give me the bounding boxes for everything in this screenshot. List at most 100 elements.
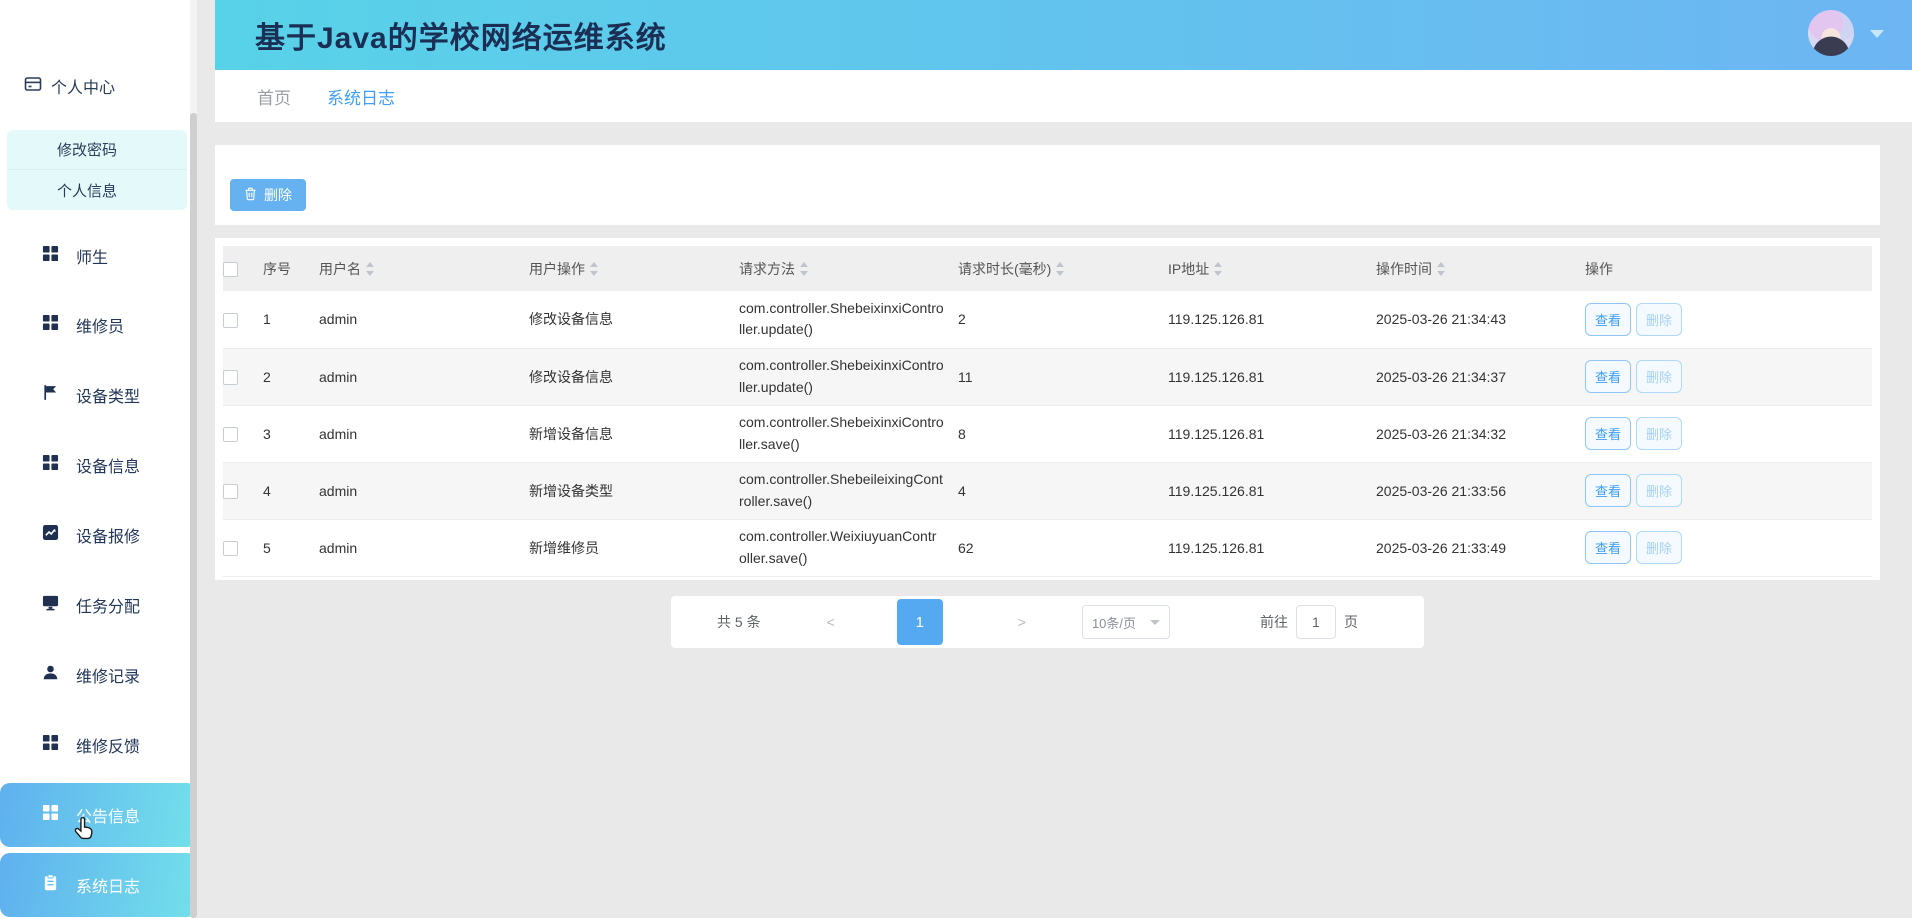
monitor-icon: [42, 594, 59, 616]
cell-username: admin: [319, 348, 529, 405]
breadcrumb-tabbar: 首页 系统日志: [215, 70, 1912, 122]
tab-system-log[interactable]: 系统日志: [327, 84, 395, 109]
cell-ip: 119.125.126.81: [1168, 291, 1376, 348]
select-all-checkbox[interactable]: [223, 262, 238, 277]
column-header-time[interactable]: 操作时间: [1376, 246, 1585, 291]
sort-icon[interactable]: [365, 262, 375, 279]
goto-unit: 页: [1344, 612, 1358, 632]
user-avatar[interactable]: [1808, 10, 1854, 56]
cell-index: 1: [263, 291, 319, 348]
column-header-duration[interactable]: 请求时长(毫秒): [958, 246, 1168, 291]
row-checkbox[interactable]: [223, 484, 238, 499]
page-title: 基于Java的学校网络运维系统: [255, 13, 667, 57]
sidebar: 个人中心 修改密码 个人信息 师生 维修员 设备类型 设备信息 设备报修 任务分…: [0, 0, 197, 918]
cell-ip: 119.125.126.81: [1168, 462, 1376, 519]
sort-icon[interactable]: [589, 262, 599, 279]
cell-duration: 4: [958, 462, 1168, 519]
grid-icon: [42, 245, 59, 267]
cell-time: 2025-03-26 21:34:37: [1376, 348, 1585, 405]
grid-icon: [42, 314, 59, 336]
sidebar-item-task-assignment[interactable]: 任务分配: [0, 573, 197, 637]
delete-button[interactable]: 删除: [1636, 417, 1682, 450]
table-row: 4 admin 新增设备类型 com.controller.Shebeileix…: [223, 462, 1872, 519]
app-header: 基于Java的学校网络运维系统: [215, 0, 1912, 70]
cell-username: admin: [319, 462, 529, 519]
sidebar-item-teachers-students[interactable]: 师生: [0, 224, 197, 288]
sidebar-item-repairmen[interactable]: 维修员: [0, 293, 197, 357]
sidebar-item-personal-info[interactable]: 个人信息: [7, 170, 187, 210]
pagination-total: 共 5 条: [717, 612, 761, 632]
sidebar-item-device-repair[interactable]: 设备报修: [0, 503, 197, 567]
sidebar-item-repair-feedback[interactable]: 维修反馈: [0, 713, 197, 777]
delete-button[interactable]: 删除: [1636, 360, 1682, 393]
trash-icon: [244, 187, 257, 204]
cell-method: com.controller.ShebeixinxiController.upd…: [739, 348, 958, 405]
view-button[interactable]: 查看: [1585, 531, 1631, 564]
view-button[interactable]: 查看: [1585, 417, 1631, 450]
sort-icon[interactable]: [1436, 262, 1446, 279]
cell-method: com.controller.ShebeileixingController.s…: [739, 462, 958, 519]
sort-icon[interactable]: [1213, 262, 1223, 279]
view-button[interactable]: 查看: [1585, 303, 1631, 336]
row-checkbox[interactable]: [223, 313, 238, 328]
table-row: 3 admin 新增设备信息 com.controller.Shebeixinx…: [223, 405, 1872, 462]
sidebar-item-device-info[interactable]: 设备信息: [0, 433, 197, 497]
grid-icon: [42, 804, 59, 826]
column-header-method[interactable]: 请求方法: [739, 246, 958, 291]
row-checkbox[interactable]: [223, 541, 238, 556]
sidebar-item-device-types[interactable]: 设备类型: [0, 363, 197, 427]
page-size-value: 10条/页: [1092, 613, 1136, 632]
row-checkbox[interactable]: [223, 427, 238, 442]
column-header-index: 序号: [263, 246, 319, 291]
pagination-next-button[interactable]: >: [1018, 614, 1026, 630]
cell-ip: 119.125.126.81: [1168, 348, 1376, 405]
table-row: 1 admin 修改设备信息 com.controller.Shebeixinx…: [223, 291, 1872, 348]
pagination-bar: 共 5 条 < 1 > 10条/页 前往 页: [671, 596, 1424, 648]
system-log-table-card: 序号 用户名 用户操作 请求方法 请求时长(毫秒) IP地址 操作时间 操作 1…: [215, 238, 1880, 580]
cell-operation: 新增设备信息: [529, 405, 739, 462]
cell-index: 2: [263, 348, 319, 405]
sidebar-scrollbar-thumb[interactable]: [190, 113, 197, 918]
cell-index: 3: [263, 405, 319, 462]
chevron-down-icon[interactable]: [1870, 30, 1884, 38]
table-row: 2 admin 修改设备信息 com.controller.Shebeixinx…: [223, 348, 1872, 405]
cell-time: 2025-03-26 21:33:49: [1376, 519, 1585, 576]
column-header-username[interactable]: 用户名: [319, 246, 529, 291]
cell-time: 2025-03-26 21:34:43: [1376, 291, 1585, 348]
sidebar-item-change-password[interactable]: 修改密码: [7, 130, 187, 170]
pagination-page-1-button[interactable]: 1: [897, 599, 943, 645]
column-header-operation[interactable]: 用户操作: [529, 246, 739, 291]
table-row: 5 admin 新增维修员 com.controller.WeixiuyuanC…: [223, 519, 1872, 576]
nav-label: 设备信息: [76, 453, 140, 477]
person-icon: [42, 664, 59, 686]
row-checkbox[interactable]: [223, 370, 238, 385]
sidebar-item-system-log[interactable]: 系统日志: [0, 853, 197, 917]
nav-label: 任务分配: [76, 593, 140, 617]
cell-username: admin: [319, 291, 529, 348]
goto-page-input[interactable]: [1296, 605, 1336, 639]
delete-button[interactable]: 删除: [1636, 303, 1682, 336]
grid-icon: [42, 734, 59, 756]
goto-label: 前往: [1260, 612, 1288, 632]
tab-home[interactable]: 首页: [257, 84, 291, 109]
cell-username: admin: [319, 519, 529, 576]
sort-icon[interactable]: [1055, 262, 1065, 279]
column-header-actions: 操作: [1585, 246, 1872, 291]
view-button[interactable]: 查看: [1585, 360, 1631, 393]
cell-method: com.controller.ShebeixinxiController.upd…: [739, 291, 958, 348]
sidebar-item-announcements[interactable]: 公告信息: [0, 783, 197, 847]
delete-button[interactable]: 删除: [1636, 531, 1682, 564]
column-header-ip[interactable]: IP地址: [1168, 246, 1376, 291]
pagination-prev-button[interactable]: <: [827, 614, 835, 630]
page-size-select[interactable]: 10条/页: [1082, 605, 1170, 639]
trend-chart-icon: [42, 524, 59, 546]
view-button[interactable]: 查看: [1585, 474, 1631, 507]
cell-index: 4: [263, 462, 319, 519]
nav-label: 设备类型: [76, 383, 140, 407]
sort-icon[interactable]: [799, 262, 809, 279]
bulk-delete-button[interactable]: 删除: [230, 179, 306, 211]
grid-icon: [42, 454, 59, 476]
sidebar-group-personal-center[interactable]: 个人中心: [24, 74, 115, 98]
sidebar-item-repair-records[interactable]: 维修记录: [0, 643, 197, 707]
delete-button[interactable]: 删除: [1636, 474, 1682, 507]
